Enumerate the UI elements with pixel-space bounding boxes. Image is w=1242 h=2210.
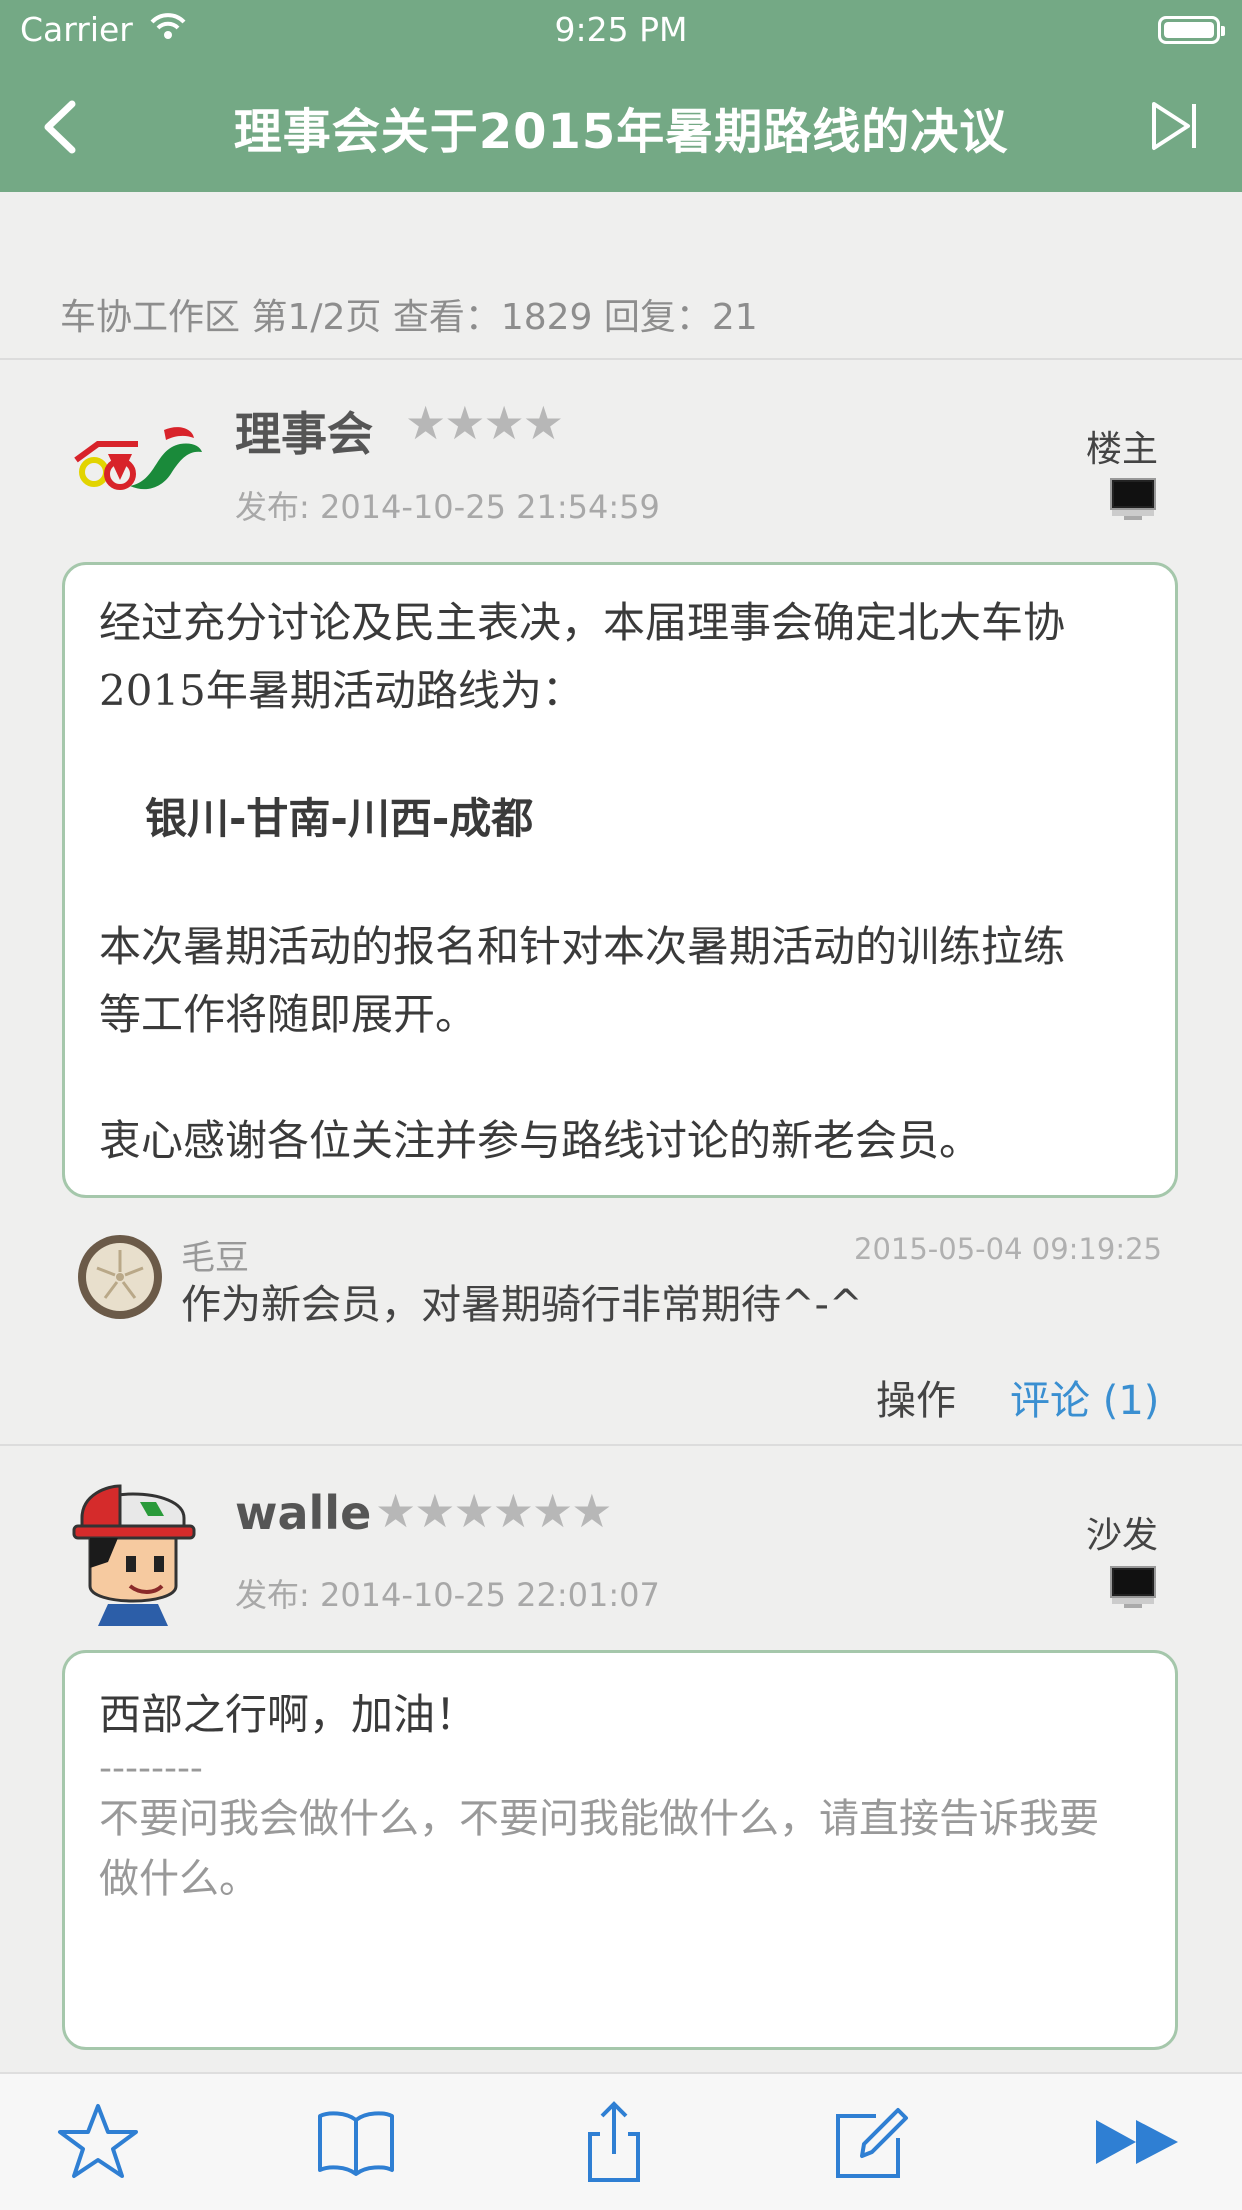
- operate-button[interactable]: 操作: [876, 1368, 956, 1426]
- content-line: 经过充分讨论及民主表决，本届理事会确定北大车协: [99, 598, 1066, 647]
- back-chevron-icon[interactable]: [36, 92, 96, 162]
- post-time: 发布: 2014-10-25 21:54:59: [235, 488, 660, 526]
- post-author[interactable]: 理事会: [235, 398, 373, 464]
- navigation-bar: Carrier 9:25 PM 理事会关于2015年暑期路线的决议: [0, 0, 1242, 192]
- content-line: 本次暑期活动的报名和针对本次暑期活动的训练拉练: [99, 922, 1066, 971]
- signature-line: 不要问我会做什么，不要问我能做什么，请直接告诉我要: [99, 1796, 1099, 1842]
- page-title: 理事会关于2015年暑期路线的决议: [233, 104, 1009, 160]
- divider: [0, 358, 1242, 360]
- avatar[interactable]: [68, 410, 204, 510]
- thread-meta: 车协工作区 第1/2页 查看：1829 回复：21: [60, 297, 758, 338]
- bottom-toolbar: [0, 2072, 1242, 2210]
- share-icon[interactable]: [572, 2100, 656, 2184]
- status-bar: Carrier 9:25 PM: [0, 0, 1242, 62]
- post-author[interactable]: walle: [235, 1486, 371, 1540]
- rating-stars: ★★★★★★: [375, 1484, 612, 1538]
- book-icon[interactable]: [314, 2100, 398, 2184]
- divider: [0, 1444, 1242, 1446]
- compose-icon[interactable]: [826, 2100, 910, 2184]
- commenter-avatar[interactable]: [77, 1234, 163, 1320]
- star-icon[interactable]: [56, 2100, 140, 2184]
- last-page-icon[interactable]: [1148, 100, 1200, 152]
- content-line: 西部之行啊，加油！: [99, 1690, 478, 1739]
- content-line: 等工作将随即展开。: [99, 990, 478, 1039]
- post-time: 发布: 2014-10-25 22:01:07: [235, 1576, 660, 1614]
- route-text: 银川-甘南-川西-成都: [145, 794, 534, 843]
- signature-divider: --------: [99, 1748, 203, 1789]
- post-content: 经过充分讨论及民主表决，本届理事会确定北大车协 2015年暑期活动路线为： 银川…: [62, 562, 1178, 1198]
- comment-button[interactable]: 评论 (1): [1010, 1368, 1159, 1426]
- content-line: 2015年暑期活动路线为：: [99, 666, 584, 715]
- signature-line: 做什么。: [99, 1856, 259, 1902]
- fast-forward-icon[interactable]: [1092, 2100, 1184, 2184]
- comment-text: 作为新会员，对暑期骑行非常期待^-^: [181, 1282, 863, 1328]
- floor-label: 沙发: [1085, 1515, 1158, 1556]
- rating-stars: ★★★★: [405, 396, 564, 450]
- content-line: 衷心感谢各位关注并参与路线讨论的新老会员。: [99, 1116, 982, 1165]
- floor-label: 楼主: [1085, 429, 1158, 470]
- computer-icon: [1110, 1566, 1156, 1608]
- comment-time: 2015-05-04 09:19:25: [854, 1232, 1162, 1266]
- battery-icon: [1158, 16, 1225, 44]
- avatar[interactable]: [68, 1476, 198, 1626]
- post-content: 西部之行啊，加油！ -------- 不要问我会做什么，不要问我能做什么，请直接…: [62, 1650, 1178, 2050]
- computer-icon: [1110, 478, 1156, 520]
- clock: 9:25 PM: [554, 10, 688, 49]
